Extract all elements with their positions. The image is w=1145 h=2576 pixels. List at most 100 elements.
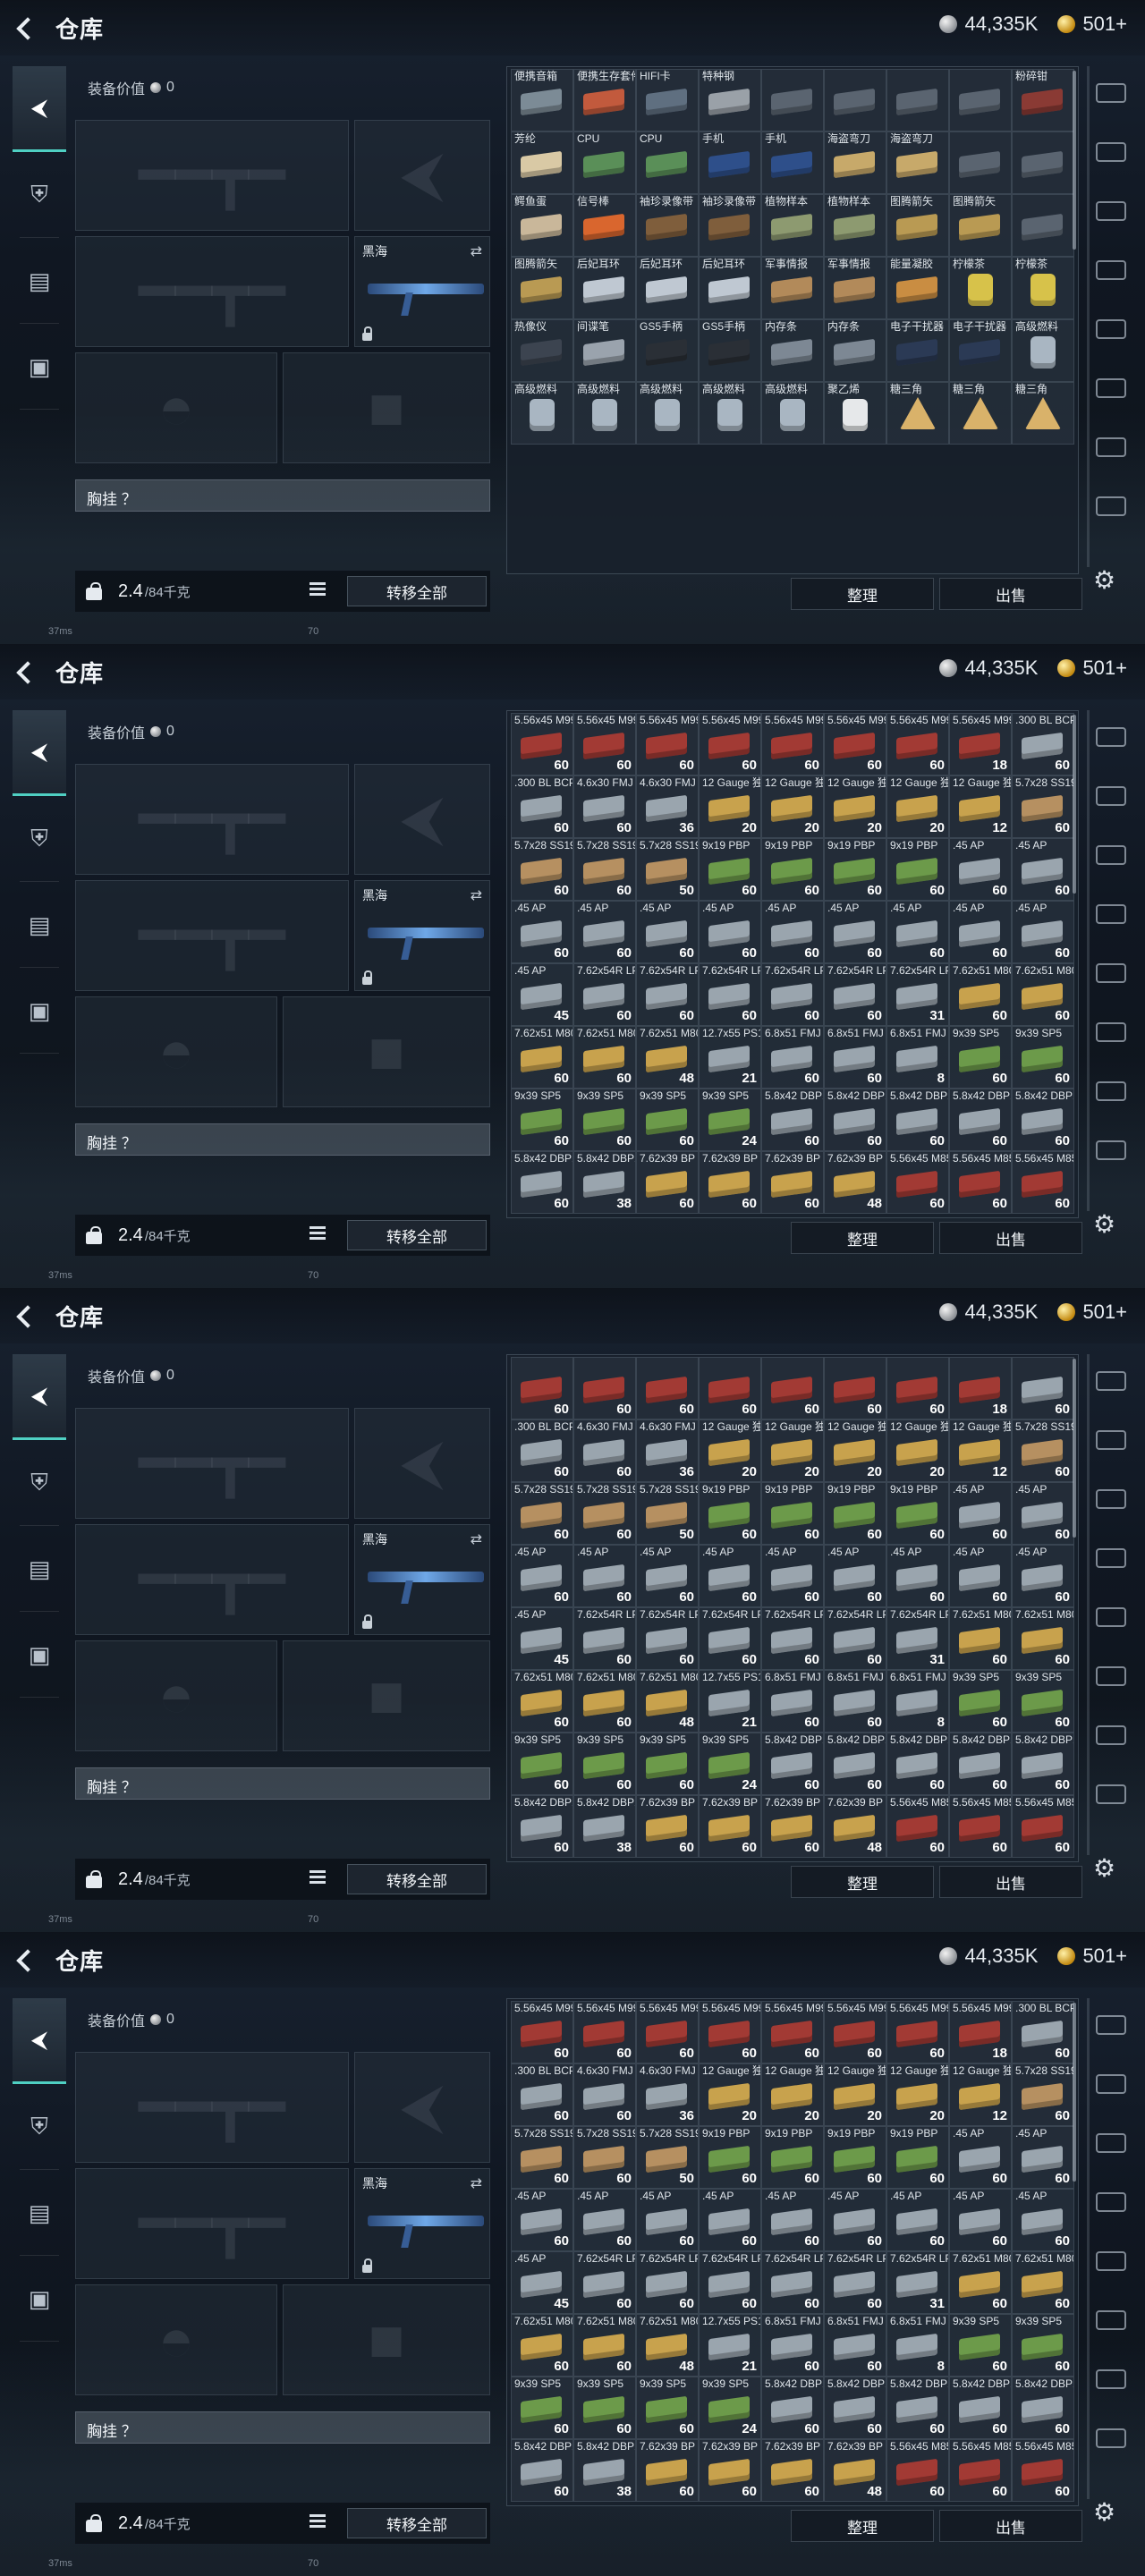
helmet-slot[interactable]: ◓ xyxy=(75,1640,277,1751)
stash-item-cell[interactable]: 4.6x30 FMJ SX 36 xyxy=(636,2063,699,2126)
stash-item-cell[interactable]: .45 AP 60 xyxy=(886,2189,949,2251)
stash-item-cell[interactable]: 图腾箭矢 xyxy=(511,257,573,319)
stash-item-cell[interactable]: .45 AP 60 xyxy=(1012,1482,1074,1545)
stash-item-cell[interactable]: .45 AP 60 xyxy=(824,1545,886,1607)
stash-item-cell[interactable]: 7.62x54R LPS 60 xyxy=(699,963,761,1026)
nav-backpack[interactable]: ▤ xyxy=(13,238,66,324)
stash-item-cell[interactable]: 7.62x51 M80 60 xyxy=(1012,2251,1074,2314)
swap-icon[interactable]: ⇄ xyxy=(471,1530,482,1548)
stash-tab-7[interactable] xyxy=(1088,1123,1134,1177)
pistol-slot[interactable]: ⮜ xyxy=(354,764,490,875)
stash-item-cell[interactable]: 9x39 SP5 24 xyxy=(699,1733,761,1795)
stash-item-cell[interactable]: 7.62x54R LPS 31 xyxy=(886,963,949,1026)
stash-item-cell[interactable]: 60 xyxy=(824,1357,886,1419)
stash-item-cell[interactable]: 9x39 SP5 60 xyxy=(511,1733,573,1795)
stash-tab-1[interactable] xyxy=(1088,769,1134,823)
stash-item-cell[interactable]: .45 AP 60 xyxy=(1012,2189,1074,2251)
stash-item-cell[interactable]: 植物样本 xyxy=(761,194,824,257)
stash-tab-4[interactable] xyxy=(1088,302,1134,356)
back-arrow-icon[interactable] xyxy=(13,1946,39,1973)
stash-item-cell[interactable] xyxy=(761,69,824,131)
melee-slot[interactable]: 黑海 ⇄ xyxy=(354,880,490,991)
stash-item-cell[interactable]: GS5手柄 xyxy=(636,319,699,382)
stash-item-cell[interactable]: 9x39 SP5 24 xyxy=(699,2377,761,2439)
stash-item-cell[interactable]: 9x39 SP5 60 xyxy=(511,2377,573,2439)
settings-gear-icon[interactable]: ⚙ xyxy=(1093,1211,1120,1238)
stash-item-cell[interactable]: 7.62x39 BP 60 xyxy=(636,1795,699,1858)
stash-item-cell[interactable]: 5.56x45 M855A1 60 xyxy=(886,1151,949,1214)
nav-armor[interactable]: ⛨ xyxy=(13,152,66,238)
stash-item-cell[interactable]: 便携音箱 xyxy=(511,69,573,131)
stash-item-cell[interactable]: 9x39 SP5 60 xyxy=(636,2377,699,2439)
stash-item-cell[interactable]: 7.62x54R LPS 60 xyxy=(699,2251,761,2314)
stash-item-cell[interactable]: .45 AP 60 xyxy=(761,901,824,963)
stash-item-cell[interactable]: 9x39 SP5 60 xyxy=(511,1089,573,1151)
nav-armor[interactable]: ⛨ xyxy=(13,2084,66,2170)
stash-item-cell[interactable]: 6.8x51 FMJ 8 xyxy=(886,2314,949,2377)
stash-item-cell[interactable]: 7.62x51 M80 60 xyxy=(949,963,1012,1026)
stash-item-cell[interactable]: 能量凝胶 xyxy=(886,257,949,319)
stash-tab-6[interactable] xyxy=(1088,2352,1134,2406)
stash-item-cell[interactable]: 5.7x28 SS190 60 xyxy=(573,2126,636,2189)
stash-item-cell[interactable]: 7.62x39 BP 60 xyxy=(636,1151,699,1214)
stash-item-cell[interactable]: 6.8x51 FMJ 8 xyxy=(886,1026,949,1089)
stash-item-cell[interactable]: 60 xyxy=(636,1357,699,1419)
stash-item-cell[interactable]: .300 BL BCP FMJ 60 xyxy=(1012,713,1074,775)
stash-item-cell[interactable]: 便携生存套件 xyxy=(573,69,636,131)
stash-tab-5[interactable] xyxy=(1088,1649,1134,1703)
stash-tab-home[interactable] xyxy=(1088,710,1134,764)
stash-item-cell[interactable] xyxy=(886,69,949,131)
stash-item-cell[interactable]: 9x19 PBP 60 xyxy=(886,838,949,901)
stash-tab-home[interactable] xyxy=(1088,66,1134,120)
stash-tab-5[interactable] xyxy=(1088,1005,1134,1059)
stash-item-cell[interactable]: 12.7x55 PS12 21 xyxy=(699,2314,761,2377)
stash-item-cell[interactable]: 6.8x51 FMJ 60 xyxy=(824,1026,886,1089)
stash-item-cell[interactable]: 5.56x45 M995 60 xyxy=(511,2001,573,2063)
nav-weapon[interactable]: ⮜ xyxy=(13,66,66,152)
stash-item-cell[interactable]: GS5手柄 xyxy=(699,319,761,382)
melee-slot[interactable]: 黑海 ⇄ xyxy=(354,2168,490,2279)
stash-item-cell[interactable]: 5.56x45 M995 60 xyxy=(761,2001,824,2063)
stash-item-cell[interactable]: 5.56x45 M995 60 xyxy=(886,2001,949,2063)
stash-item-cell[interactable]: 7.62x51 M80 60 xyxy=(511,1670,573,1733)
nav-backpack[interactable]: ▤ xyxy=(13,882,66,968)
stash-item-cell[interactable]: 5.8x42 DBP10 60 xyxy=(761,1089,824,1151)
stash-item-cell[interactable]: 9x39 SP5 60 xyxy=(573,1733,636,1795)
stash-tab-5[interactable] xyxy=(1088,2293,1134,2347)
stash-item-cell[interactable]: 5.8x42 DBP10 60 xyxy=(1012,1089,1074,1151)
stash-item-cell[interactable]: .300 BL BCP FMJ 60 xyxy=(1012,2001,1074,2063)
stash-tab-4[interactable] xyxy=(1088,1590,1134,1644)
settings-gear-icon[interactable]: ⚙ xyxy=(1093,567,1120,594)
stash-item-cell[interactable] xyxy=(1012,131,1074,194)
nav-briefcase[interactable]: ▣ xyxy=(13,1612,66,1698)
nav-briefcase[interactable]: ▣ xyxy=(13,324,66,410)
stash-item-cell[interactable]: 糖三角 xyxy=(1012,382,1074,445)
back-arrow-icon[interactable] xyxy=(13,658,39,685)
stash-item-cell[interactable]: 7.62x39 BP 60 xyxy=(699,1795,761,1858)
stash-item-cell[interactable]: 12 Gauge 独头 12 xyxy=(949,2063,1012,2126)
stash-item-cell[interactable]: .45 AP 60 xyxy=(699,901,761,963)
swap-icon[interactable]: ⇄ xyxy=(471,886,482,904)
nav-briefcase[interactable]: ▣ xyxy=(13,2256,66,2342)
stash-item-cell[interactable]: 海盗弯刀 xyxy=(886,131,949,194)
stash-item-cell[interactable]: 7.62x39 BP 60 xyxy=(761,1795,824,1858)
stash-item-cell[interactable]: 12 Gauge 独头 20 xyxy=(699,1419,761,1482)
stash-item-cell[interactable]: 4.6x30 FMJ SX 36 xyxy=(636,1419,699,1482)
stash-item-cell[interactable]: 7.62x51 M80 60 xyxy=(573,1670,636,1733)
stash-item-cell[interactable]: .45 AP 60 xyxy=(824,2189,886,2251)
stash-item-cell[interactable]: 高级燃料 xyxy=(636,382,699,445)
stash-item-cell[interactable]: 9x39 SP5 60 xyxy=(1012,2314,1074,2377)
stash-item-cell[interactable]: 芳纶 xyxy=(511,131,573,194)
helmet-slot[interactable]: ◓ xyxy=(75,2284,277,2395)
stash-item-cell[interactable]: .45 AP 60 xyxy=(1012,901,1074,963)
stash-item-cell[interactable]: 4.6x30 FMJ SX 36 xyxy=(636,775,699,838)
stash-item-cell[interactable]: 5.8x42 DBP10 60 xyxy=(1012,1733,1074,1795)
stash-scrollbar[interactable] xyxy=(1073,2003,1076,2182)
stash-item-cell[interactable]: 7.62x51 M80 60 xyxy=(573,1026,636,1089)
stash-item-cell[interactable]: 5.56x45 M855A1 60 xyxy=(886,1795,949,1858)
transfer-all-button[interactable]: 转移全部 xyxy=(347,576,487,606)
stash-item-cell[interactable]: 5.8x42 DBP10 60 xyxy=(511,2439,573,2502)
stash-item-cell[interactable]: 5.8x42 DBP10 60 xyxy=(761,1733,824,1795)
stash-item-cell[interactable]: 7.62x39 BP 48 xyxy=(824,2439,886,2502)
sort-button[interactable]: 整理 xyxy=(791,1866,934,1898)
